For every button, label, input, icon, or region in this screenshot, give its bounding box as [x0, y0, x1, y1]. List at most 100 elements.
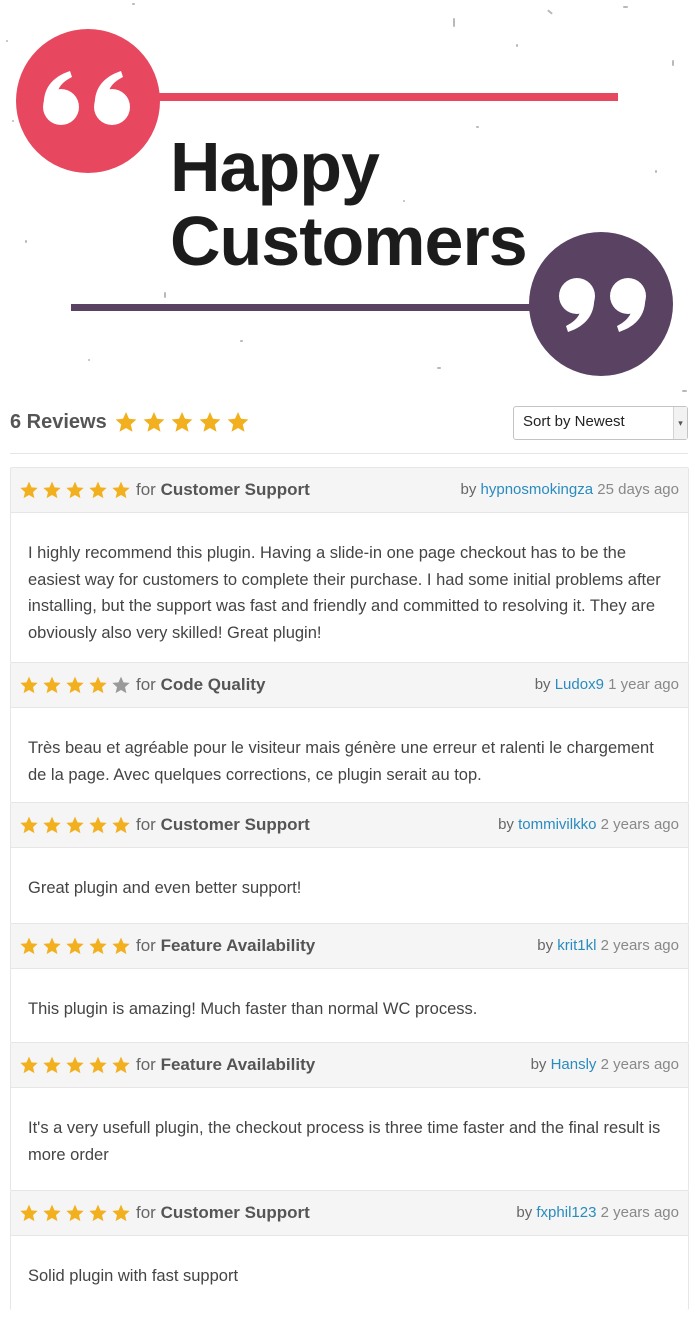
review-author-link[interactable]: tommivilkko	[518, 816, 596, 833]
star-filled-icon	[43, 481, 61, 499]
review-category: for Customer Support	[136, 480, 310, 500]
review-card: for Customer Support by tommivilkko 2 yea…	[10, 802, 689, 924]
star-filled-icon	[171, 412, 193, 432]
review-header: for Customer Support by hypnosmokingza 25…	[11, 468, 688, 513]
star-filled-icon	[66, 1204, 84, 1222]
hero-title-line1: Happy	[170, 128, 380, 206]
hero-banner: Happy Customers	[0, 0, 696, 395]
star-filled-icon	[112, 816, 130, 834]
review-for-label: for	[136, 1203, 161, 1222]
reviews-summary: 6 Reviews Sort by Newest ▾	[10, 404, 688, 454]
star-filled-icon	[112, 481, 130, 499]
reviews-count: 6 Reviews	[10, 411, 107, 433]
review-rating-stars	[19, 815, 134, 835]
review-header: for Code Quality by Ludox9 1 year ago	[11, 663, 688, 708]
star-filled-icon	[112, 937, 130, 955]
review-meta: by krit1kl 2 years ago	[537, 937, 679, 954]
top-accent-line	[150, 93, 618, 101]
review-card: for Feature Availability by Hansly 2 year…	[10, 1042, 689, 1191]
review-category-name: Customer Support	[160, 815, 310, 834]
hero-title-line2: Customers	[170, 202, 528, 280]
review-date: 2 years ago	[596, 1056, 679, 1073]
summary-rating-stars	[114, 410, 254, 434]
star-filled-icon	[115, 412, 137, 432]
sort-select-value: Sort by Newest	[523, 413, 625, 430]
review-date: 1 year ago	[603, 676, 679, 693]
star-filled-icon	[43, 676, 61, 694]
review-date: 25 days ago	[593, 481, 679, 498]
review-author-link[interactable]: hypnosmokingza	[481, 481, 594, 498]
star-filled-icon	[89, 676, 107, 694]
review-category-name: Feature Availability	[160, 1055, 316, 1074]
review-meta: by tommivilkko 2 years ago	[498, 816, 679, 833]
review-card: for Customer Support by hypnosmokingza 25…	[10, 467, 689, 663]
star-filled-icon	[20, 676, 38, 694]
review-category: for Customer Support	[136, 1203, 310, 1223]
review-rating-stars	[19, 675, 134, 695]
review-for-label: for	[136, 675, 161, 694]
review-by-label: by	[537, 937, 558, 954]
review-text: It's a very usefull plugin, the checkout…	[28, 1119, 661, 1164]
star-filled-icon	[43, 937, 61, 955]
review-header: for Customer Support by fxphil123 2 years…	[11, 1191, 688, 1236]
close-quote-icon	[529, 232, 673, 376]
star-filled-icon	[89, 937, 107, 955]
review-category-name: Customer Support	[160, 480, 310, 499]
review-by-label: by	[460, 481, 481, 498]
review-card: for Customer Support by fxphil123 2 years…	[10, 1190, 689, 1310]
review-date: 2 years ago	[596, 937, 679, 954]
review-text: Très beau et agréable pour le visiteur m…	[28, 739, 654, 784]
review-text: This plugin is amazing! Much faster than…	[28, 1000, 478, 1018]
star-filled-icon	[20, 1056, 38, 1074]
review-by-label: by	[530, 1056, 551, 1073]
sort-select[interactable]: Sort by Newest ▾	[513, 406, 688, 440]
star-filled-icon	[66, 481, 84, 499]
bottom-accent-line	[71, 304, 541, 311]
review-for-label: for	[136, 936, 161, 955]
review-author-link[interactable]: Hansly	[551, 1056, 597, 1073]
review-header: for Feature Availability by krit1kl 2 yea…	[11, 924, 688, 969]
review-category: for Feature Availability	[136, 1055, 315, 1075]
chevron-down-icon: ▾	[673, 407, 687, 439]
review-by-label: by	[498, 816, 519, 833]
review-rating-stars	[19, 1055, 134, 1075]
star-filled-icon	[89, 816, 107, 834]
review-for-label: for	[136, 1055, 161, 1074]
review-category: for Feature Availability	[136, 936, 315, 956]
star-filled-icon	[20, 937, 38, 955]
review-by-label: by	[516, 1204, 537, 1221]
review-for-label: for	[136, 815, 161, 834]
review-author-link[interactable]: krit1kl	[557, 937, 596, 954]
star-filled-icon	[43, 816, 61, 834]
review-meta: by Hansly 2 years ago	[531, 1056, 679, 1073]
review-category-name: Code Quality	[160, 675, 266, 694]
review-category-name: Feature Availability	[160, 936, 316, 955]
star-empty-icon	[112, 676, 130, 694]
star-filled-icon	[143, 412, 165, 432]
review-for-label: for	[136, 480, 161, 499]
review-meta: by fxphil123 2 years ago	[516, 1204, 679, 1221]
star-filled-icon	[66, 937, 84, 955]
review-header: for Feature Availability by Hansly 2 year…	[11, 1043, 688, 1088]
star-filled-icon	[43, 1056, 61, 1074]
star-filled-icon	[89, 1204, 107, 1222]
star-filled-icon	[112, 1204, 130, 1222]
star-filled-icon	[20, 481, 38, 499]
review-rating-stars	[19, 936, 134, 956]
star-filled-icon	[89, 481, 107, 499]
star-filled-icon	[66, 1056, 84, 1074]
star-filled-icon	[89, 1056, 107, 1074]
star-filled-icon	[66, 676, 84, 694]
review-author-link[interactable]: fxphil123	[536, 1204, 596, 1221]
review-rating-stars	[19, 1203, 134, 1223]
review-author-link[interactable]: Ludox9	[555, 676, 604, 693]
review-date: 2 years ago	[596, 816, 679, 833]
review-header: for Customer Support by tommivilkko 2 yea…	[11, 803, 688, 848]
star-filled-icon	[66, 816, 84, 834]
review-meta: by hypnosmokingza 25 days ago	[461, 481, 680, 498]
hero-title: Happy Customers	[170, 128, 528, 280]
review-meta: by Ludox9 1 year ago	[535, 676, 679, 693]
review-category: for Code Quality	[136, 675, 265, 695]
review-card: for Feature Availability by krit1kl 2 yea…	[10, 923, 689, 1043]
open-quote-icon	[16, 29, 160, 173]
